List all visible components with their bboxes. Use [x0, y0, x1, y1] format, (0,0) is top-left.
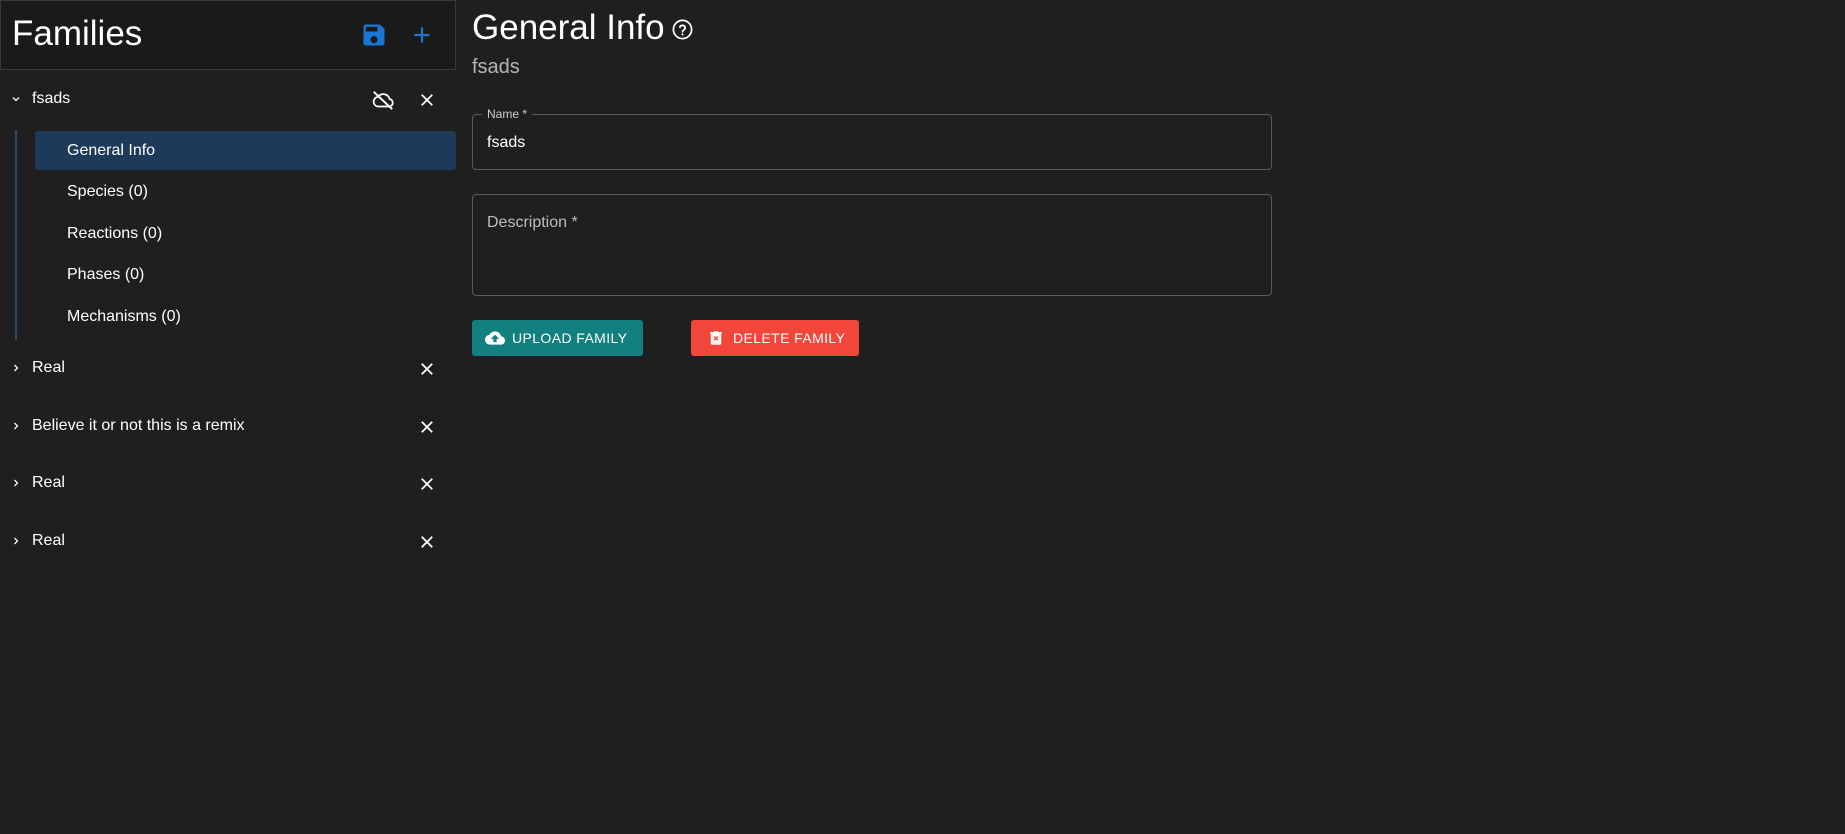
close-icon[interactable]	[414, 87, 440, 113]
family-label: Real	[32, 359, 65, 376]
name-input[interactable]: fsads	[487, 133, 525, 153]
close-icon[interactable]	[414, 529, 440, 555]
help-circle-icon[interactable]	[670, 17, 694, 41]
family-label: Real	[32, 532, 65, 549]
chevron-right-icon[interactable]	[8, 418, 24, 434]
family-item[interactable]: Real	[0, 348, 456, 388]
chevron-down-icon[interactable]	[8, 91, 24, 107]
cloud-upload-icon	[484, 327, 506, 349]
family-label: fsads	[32, 90, 71, 107]
sidebar-title: Families	[12, 14, 143, 53]
family-item[interactable]: fsads	[0, 79, 456, 119]
close-icon[interactable]	[414, 414, 440, 440]
chevron-right-icon[interactable]	[8, 475, 24, 491]
family-item[interactable]: Real	[0, 463, 456, 503]
name-field[interactable]: Name * fsads	[472, 106, 1272, 170]
upload-button-label: UPLOAD FAMILY	[512, 330, 628, 346]
close-icon[interactable]	[414, 471, 440, 497]
save-button[interactable]	[357, 18, 391, 52]
name-field-label: Name *	[482, 106, 533, 122]
delete-button-label: DELETE FAMILY	[733, 330, 846, 346]
plus-icon	[414, 27, 430, 43]
chevron-right-icon[interactable]	[8, 533, 24, 549]
families-sidebar: Families fsads General Info Species (0) …	[0, 0, 456, 834]
close-icon[interactable]	[414, 356, 440, 382]
cloud-off-icon[interactable]	[369, 87, 397, 113]
chevron-right-icon[interactable]	[8, 360, 24, 376]
upload-family-button[interactable]: UPLOAD FAMILY	[472, 320, 643, 356]
subitem-species[interactable]: Species (0)	[35, 172, 456, 211]
family-item[interactable]: Believe it or not this is a remix	[0, 406, 456, 446]
trash-icon	[705, 327, 727, 349]
page-subtitle: fsads	[472, 56, 520, 78]
family-item[interactable]: Real	[0, 521, 456, 561]
subitem-mechanisms[interactable]: Mechanisms (0)	[35, 297, 456, 336]
add-family-button[interactable]	[405, 18, 439, 52]
family-label: Believe it or not this is a remix	[32, 417, 245, 434]
description-input[interactable]: Description *	[487, 213, 578, 233]
main-panel: General Info fsads Name * fsads Descript…	[472, 0, 1845, 834]
floppy-disk-icon	[363, 24, 385, 46]
delete-family-button[interactable]: DELETE FAMILY	[691, 320, 859, 356]
family-label: Real	[32, 474, 65, 491]
subitem-phases[interactable]: Phases (0)	[35, 255, 456, 294]
description-field[interactable]: Description *	[472, 194, 1272, 296]
subitem-reactions[interactable]: Reactions (0)	[35, 214, 456, 253]
subtree-connector	[15, 130, 17, 340]
sidebar-header: Families	[0, 0, 456, 70]
page-title: General Info	[472, 8, 665, 47]
subitem-general-info[interactable]: General Info	[35, 131, 456, 170]
